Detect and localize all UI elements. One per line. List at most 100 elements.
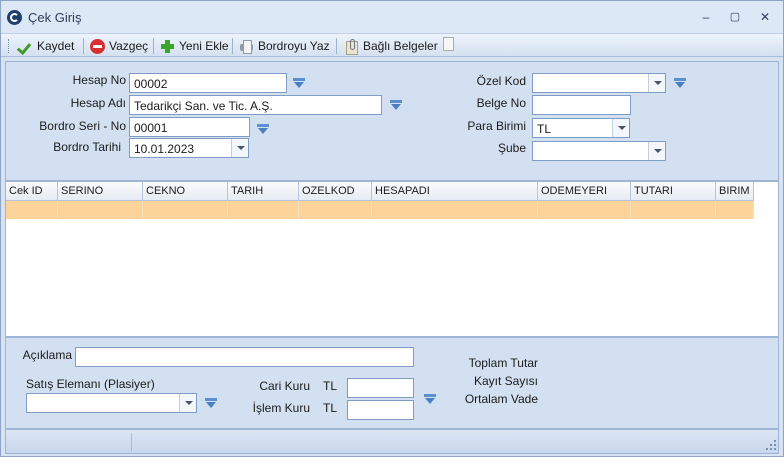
toolbar-separator bbox=[336, 38, 337, 54]
minimize-button[interactable]: – bbox=[698, 10, 714, 24]
save-button-label: Kaydet bbox=[37, 39, 75, 53]
maximize-button[interactable]: ▢ bbox=[727, 10, 743, 24]
bordro-serial-input[interactable]: 00001 bbox=[129, 117, 250, 137]
description-label: Açıklama bbox=[22, 348, 72, 362]
currency-combo[interactable]: TL bbox=[532, 118, 630, 138]
resize-grip-icon[interactable] bbox=[774, 448, 776, 450]
account-no-label: Hesap No bbox=[72, 73, 126, 87]
header-form-panel: Hesap No 00002 Hesap Adı Tedarikçi San. … bbox=[5, 61, 779, 181]
resize-grip-icon[interactable] bbox=[770, 448, 772, 450]
title-bar: Çek Giriş – ▢ ✕ bbox=[1, 1, 783, 33]
account-no-input[interactable]: 00002 bbox=[129, 73, 287, 93]
account-name-lookup-icon[interactable] bbox=[390, 100, 403, 110]
attachments-button[interactable]: Bağlı Belgeler bbox=[344, 37, 438, 55]
cell-hesapadi[interactable] bbox=[372, 201, 538, 219]
column-header-cekno[interactable]: CEKNO bbox=[143, 182, 228, 201]
bordro-date-value: 10.01.2023 bbox=[134, 142, 195, 156]
cell-tarih[interactable] bbox=[228, 201, 299, 219]
cell-serino[interactable] bbox=[58, 201, 143, 219]
checkmark-icon bbox=[18, 39, 33, 54]
column-header-hesapadi[interactable]: HESAPADI bbox=[372, 182, 538, 201]
grid-header-row: Cek ID SERINO CEKNO TARIH OZELKOD HESAPA… bbox=[6, 182, 754, 201]
new-button[interactable]: Yeni Ekle bbox=[160, 37, 229, 55]
print-bordro-button-label: Bordroyu Yaz bbox=[258, 39, 330, 53]
document-icon[interactable] bbox=[443, 37, 454, 51]
toolbar-separator bbox=[232, 38, 233, 54]
column-header-ozelkod[interactable]: OZELKOD bbox=[299, 182, 372, 201]
description-input[interactable] bbox=[75, 347, 414, 367]
cell-cekno[interactable] bbox=[143, 201, 228, 219]
column-header-serino[interactable]: SERINO bbox=[58, 182, 143, 201]
special-code-dropdown-icon[interactable] bbox=[648, 74, 665, 92]
branch-dropdown-icon[interactable] bbox=[648, 142, 665, 160]
current-rate-label: Cari Kuru bbox=[259, 379, 310, 393]
resize-grip-icon[interactable] bbox=[774, 444, 776, 446]
salesperson-combo[interactable] bbox=[26, 393, 197, 413]
resize-grip-icon[interactable] bbox=[770, 444, 772, 446]
transaction-rate-currency: TL bbox=[323, 401, 338, 415]
bordro-serial-lookup-icon[interactable] bbox=[257, 124, 270, 134]
bordro-date-label: Bordro Tarihi bbox=[53, 140, 121, 154]
column-header-odemeyeri[interactable]: ODEMEYERI bbox=[538, 182, 631, 201]
close-button[interactable]: ✕ bbox=[757, 10, 773, 24]
average-maturity-label: Ortalam Vade bbox=[464, 392, 538, 406]
toolbar-grip[interactable] bbox=[8, 39, 11, 53]
attachment-icon bbox=[344, 38, 359, 55]
salesperson-dropdown-icon[interactable] bbox=[179, 394, 196, 412]
cek-giris-window: Çek Giriş – ▢ ✕ Kaydet Vazgeç Yeni Ekle … bbox=[0, 0, 784, 457]
cell-cek-id[interactable] bbox=[6, 201, 58, 219]
column-header-tutari[interactable]: TUTARI bbox=[631, 182, 716, 201]
currency-dropdown-icon[interactable] bbox=[612, 119, 629, 137]
footer-form-panel: Açıklama Satış Elemanı (Plasiyer) Cari K… bbox=[5, 337, 779, 429]
cell-ozelkod[interactable] bbox=[299, 201, 372, 219]
toolbar: Kaydet Vazgeç Yeni Ekle Bordroyu Yaz Bağ… bbox=[1, 33, 783, 57]
print-bordro-button[interactable]: Bordroyu Yaz bbox=[239, 37, 330, 55]
bordro-serial-label: Bordro Seri - No bbox=[39, 119, 126, 133]
cheques-grid[interactable]: Cek ID SERINO CEKNO TARIH OZELKOD HESAPA… bbox=[5, 181, 779, 337]
salesperson-lookup-icon[interactable] bbox=[205, 398, 218, 408]
cell-odemeyeri[interactable] bbox=[538, 201, 631, 219]
current-rate-input[interactable] bbox=[347, 378, 414, 398]
salesperson-label: Satış Elemanı (Plasiyer) bbox=[26, 377, 155, 391]
account-no-lookup-icon[interactable] bbox=[293, 78, 306, 88]
cell-tutari[interactable] bbox=[631, 201, 716, 219]
total-amount-label: Toplam Tutar bbox=[468, 356, 538, 370]
status-separator bbox=[131, 433, 132, 451]
special-code-lookup-icon[interactable] bbox=[674, 78, 687, 88]
cancel-icon bbox=[90, 38, 105, 54]
special-code-combo[interactable] bbox=[532, 73, 666, 93]
branch-combo[interactable] bbox=[532, 141, 666, 161]
column-header-cek-id[interactable]: Cek ID bbox=[6, 182, 58, 201]
cancel-button-label: Vazgeç bbox=[109, 39, 149, 53]
resize-grip-icon[interactable] bbox=[774, 440, 776, 442]
cancel-button[interactable]: Vazgeç bbox=[90, 37, 148, 55]
special-code-label: Özel Kod bbox=[476, 74, 526, 88]
printer-icon bbox=[239, 39, 254, 54]
resize-grip-icon[interactable] bbox=[766, 448, 768, 450]
currency-value: TL bbox=[537, 122, 552, 136]
currency-label: Para Birimi bbox=[467, 119, 526, 133]
table-row[interactable] bbox=[6, 201, 754, 219]
bordro-date-input[interactable]: 10.01.2023 bbox=[129, 138, 249, 158]
status-bar bbox=[5, 429, 779, 454]
account-name-input[interactable]: Tedarikçi San. ve Tic. A.Ş. bbox=[129, 95, 382, 115]
column-header-birim[interactable]: BIRIM bbox=[716, 182, 754, 201]
rate-lookup-icon[interactable] bbox=[424, 394, 437, 404]
cell-birim[interactable] bbox=[716, 201, 754, 219]
plus-icon bbox=[160, 39, 175, 54]
branch-label: Şube bbox=[497, 141, 526, 155]
save-button[interactable]: Kaydet bbox=[18, 37, 74, 55]
document-no-input[interactable] bbox=[532, 95, 631, 115]
account-name-label: Hesap Adı bbox=[70, 96, 126, 110]
attachments-button-label: Bağlı Belgeler bbox=[363, 39, 438, 53]
bordro-date-dropdown-icon[interactable] bbox=[231, 139, 248, 157]
column-header-tarih[interactable]: TARIH bbox=[228, 182, 299, 201]
current-rate-currency: TL bbox=[323, 379, 338, 393]
app-logo-icon bbox=[7, 10, 22, 25]
transaction-rate-input[interactable] bbox=[347, 400, 414, 420]
document-no-label: Belge No bbox=[476, 96, 526, 110]
new-button-label: Yeni Ekle bbox=[179, 39, 229, 53]
record-count-label: Kayıt Sayısı bbox=[473, 374, 538, 388]
window-title: Çek Giriş bbox=[28, 10, 82, 25]
transaction-rate-label: İşlem Kuru bbox=[252, 401, 310, 415]
